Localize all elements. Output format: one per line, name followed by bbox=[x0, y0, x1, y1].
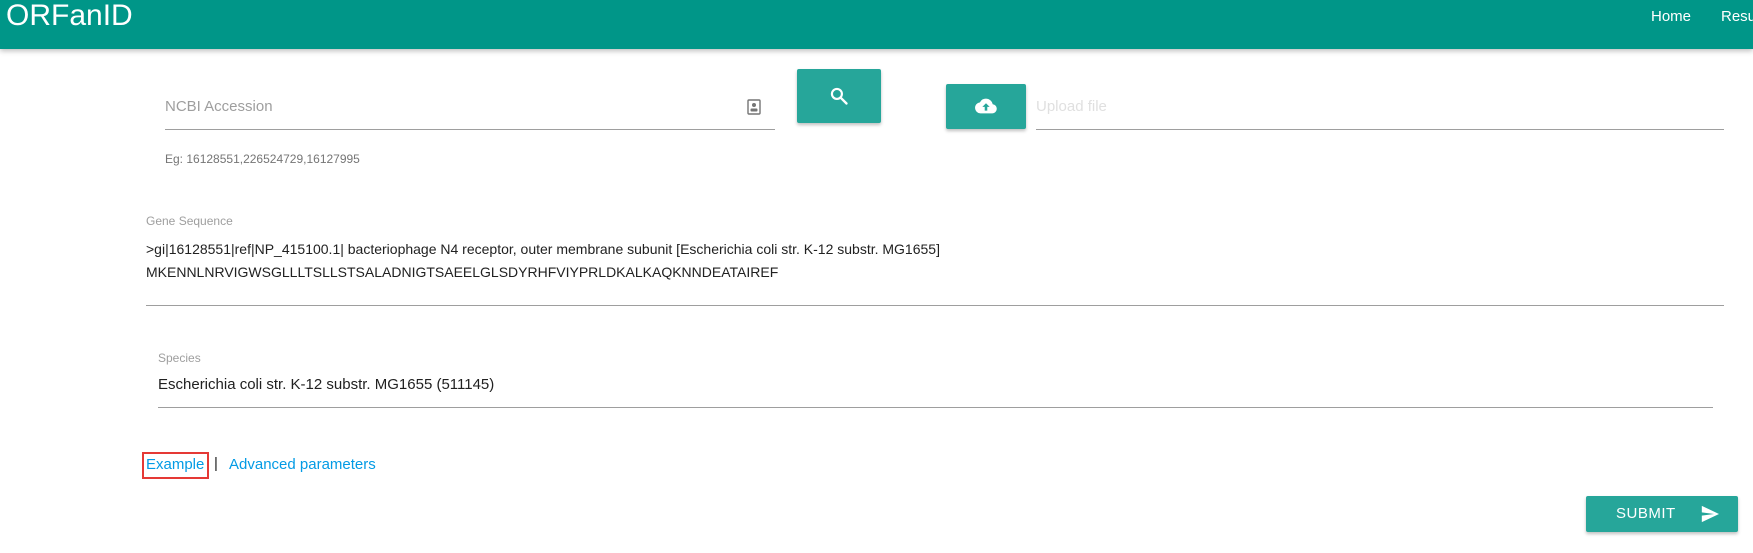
submit-button[interactable]: SUBMIT bbox=[1586, 496, 1738, 532]
gene-sequence-underline bbox=[146, 305, 1724, 306]
submit-label: SUBMIT bbox=[1616, 505, 1676, 522]
nav-home-link[interactable]: Home bbox=[1651, 8, 1691, 26]
send-icon bbox=[1701, 505, 1719, 523]
upload-button[interactable] bbox=[946, 84, 1026, 129]
species-label: Species bbox=[158, 351, 201, 365]
nav-results-link[interactable]: Resu bbox=[1721, 8, 1753, 26]
species-input[interactable]: Escherichia coli str. K-12 substr. MG165… bbox=[158, 376, 494, 393]
cloud-upload-icon bbox=[975, 98, 997, 114]
species-underline bbox=[158, 407, 1713, 408]
accession-hint: Eg: 16128551,226524729,16127995 bbox=[165, 152, 360, 166]
search-icon bbox=[830, 87, 848, 105]
top-app-bar: ORFanID Home Resu bbox=[0, 0, 1753, 49]
brand-title[interactable]: ORFanID bbox=[6, 0, 133, 34]
upload-input-underline bbox=[1036, 129, 1724, 130]
link-separator: | bbox=[214, 455, 218, 472]
ncbi-input-underline bbox=[165, 129, 775, 130]
contact-card-icon bbox=[747, 99, 761, 115]
advanced-parameters-link[interactable]: Advanced parameters bbox=[229, 456, 376, 473]
example-link[interactable]: Example bbox=[146, 456, 204, 473]
upload-file-input[interactable]: Upload file bbox=[1036, 98, 1107, 115]
gene-sequence-label: Gene Sequence bbox=[146, 214, 233, 228]
gene-sequence-textarea[interactable]: >gi|16128551|ref|NP_415100.1| bacterioph… bbox=[146, 238, 1716, 284]
ncbi-accession-input[interactable]: NCBI Accession bbox=[165, 98, 273, 115]
search-button[interactable] bbox=[797, 69, 881, 123]
